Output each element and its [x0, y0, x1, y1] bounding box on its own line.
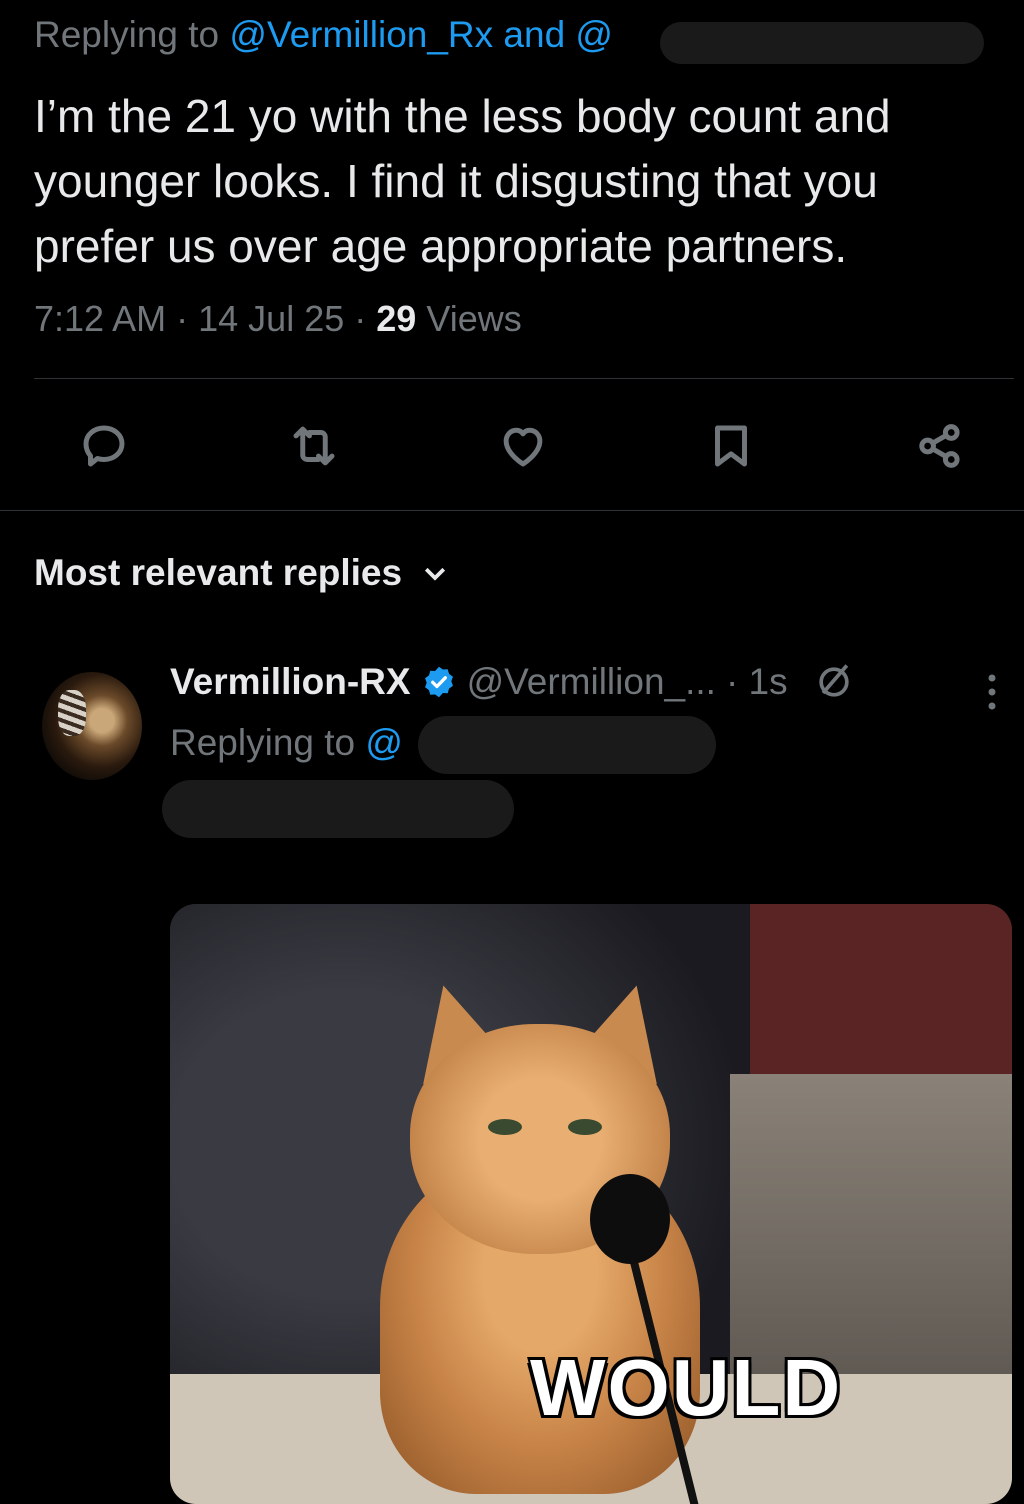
no-entry-icon	[818, 664, 849, 697]
avatar[interactable]	[42, 672, 142, 780]
replying-to-line: Replying to @Vermillion_Rx and @	[34, 14, 613, 56]
views-label: Views	[426, 298, 522, 339]
views-count[interactable]: 29	[376, 298, 416, 339]
replies-sort-toggle[interactable]: Most relevant replies	[34, 552, 450, 594]
reply-display-name[interactable]: Vermillion-RX	[170, 661, 411, 703]
replies-sort-label: Most relevant replies	[34, 552, 403, 593]
redaction-mark	[660, 22, 984, 64]
reply-handle[interactable]: @Vermillion_...	[467, 661, 716, 703]
tweet-text: I’m the 21 yo with the less body count a…	[34, 90, 891, 272]
retweet-icon	[293, 426, 335, 466]
meta-separator: ·	[354, 298, 367, 339]
reply-replying-to-line: Replying to @	[170, 722, 403, 764]
reply-header: Vermillion-RX @Vermillion_... · 1s	[170, 660, 856, 704]
more-vertical-icon	[988, 674, 996, 710]
bookmark-icon	[715, 425, 747, 467]
chevron-down-icon	[425, 567, 446, 581]
media-caption: WOULD	[530, 1343, 843, 1432]
verified-badge-icon	[424, 666, 453, 698]
tweet-action-bar	[0, 410, 1024, 482]
replying-to-label: Replying to	[34, 14, 230, 55]
background-wall	[750, 904, 1012, 1074]
reply-time[interactable]: · 1s	[726, 661, 788, 703]
microphone-icon	[590, 1174, 670, 1264]
more-options-button[interactable]	[972, 670, 1012, 714]
reply-replying-to-label: Replying to	[170, 722, 366, 763]
redaction-mark	[162, 780, 514, 838]
tweet-meta: 7:12 AM · 14 Jul 25 · 29 Views	[34, 298, 522, 340]
like-icon	[503, 427, 543, 467]
tweet-time[interactable]: 7:12 AM	[34, 298, 166, 339]
redaction-mark	[418, 716, 716, 774]
share-button[interactable]	[904, 410, 976, 482]
meta-separator: ·	[176, 298, 189, 339]
reply-button[interactable]	[68, 410, 140, 482]
replying-to-handles[interactable]: @Vermillion_Rx and @	[229, 14, 613, 55]
share-icon	[919, 424, 960, 468]
divider	[0, 510, 1024, 511]
divider	[34, 378, 1014, 379]
reply-media-image[interactable]: WOULD	[170, 904, 1012, 1504]
bookmark-button[interactable]	[695, 410, 767, 482]
tweet-date[interactable]: 14 Jul 25	[198, 298, 344, 339]
like-button[interactable]	[487, 410, 559, 482]
reply-icon	[83, 425, 125, 467]
reply-replying-to-handle[interactable]: @	[365, 722, 403, 763]
retweet-button[interactable]	[278, 410, 350, 482]
